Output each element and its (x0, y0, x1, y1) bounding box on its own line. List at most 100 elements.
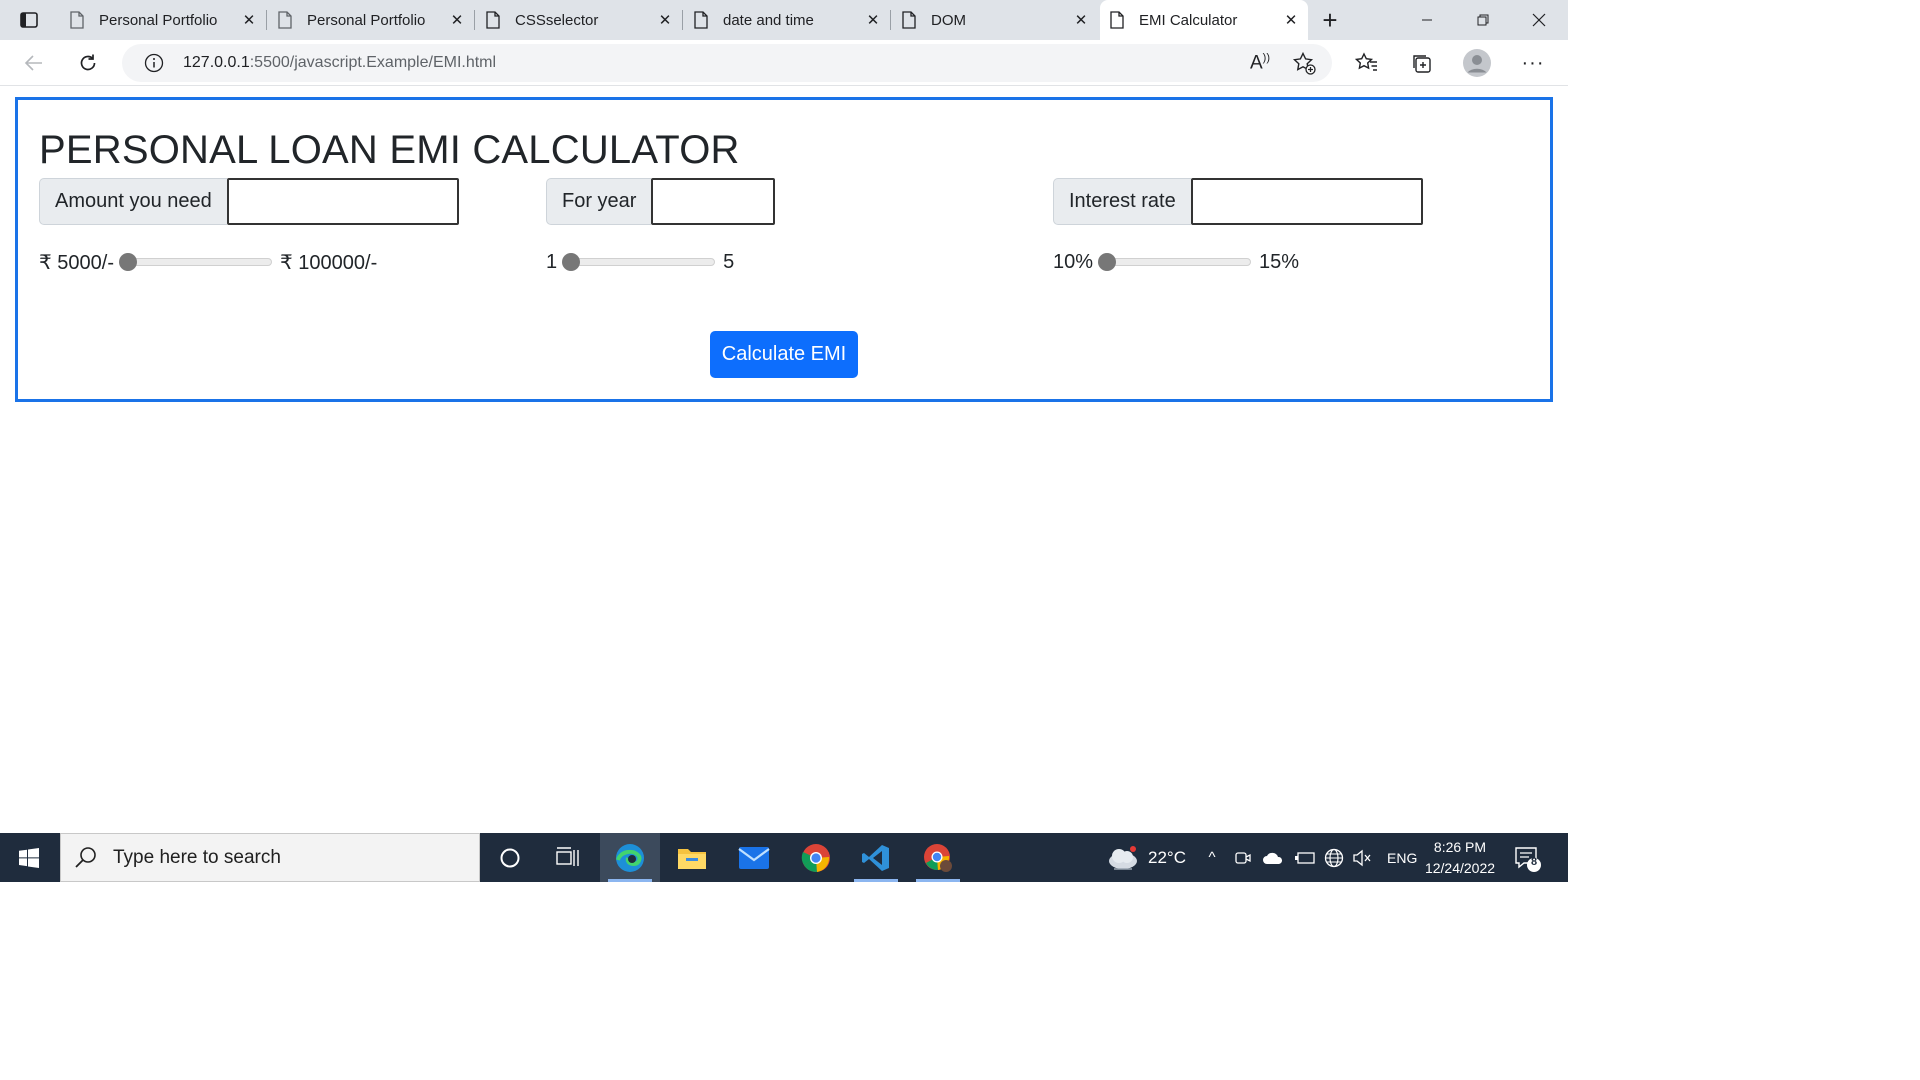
interest-min-label: 10% (1053, 250, 1094, 273)
url-text[interactable]: 127.0.0.1:5500/javascript.Example/EMI.ht… (183, 54, 496, 72)
task-view-icon (556, 846, 579, 866)
taskbar-chrome-profile[interactable] (908, 833, 968, 882)
tab-title: DOM (931, 11, 966, 29)
years-slider[interactable] (562, 253, 716, 271)
browser-tab[interactable]: CSSselector ✕ (476, 0, 683, 40)
taskbar-file-explorer[interactable] (662, 833, 722, 882)
volume-muted-icon[interactable] (1352, 849, 1372, 867)
document-icon (486, 11, 500, 29)
weather-widget[interactable]: 22°C (1106, 833, 1186, 882)
taskbar-search-box[interactable]: Type here to search (60, 833, 480, 882)
tab-close-icon[interactable]: ✕ (238, 9, 260, 31)
profile-button[interactable] (1461, 47, 1493, 79)
browser-toolbar: 127.0.0.1:5500/javascript.Example/EMI.ht… (0, 40, 1568, 86)
site-info-icon[interactable] (144, 53, 164, 73)
emi-calculator-container: PERSONAL LOAN EMI CALCULATOR Amount you … (15, 97, 1553, 402)
cortana-button[interactable] (480, 833, 540, 882)
tab-close-icon[interactable]: ✕ (446, 9, 468, 31)
taskbar-vscode[interactable] (846, 833, 906, 882)
windows-taskbar: Type here to search 22°C ^ ENG 8:26 PM 1… (0, 833, 1568, 882)
restore-icon (1477, 14, 1489, 26)
weather-temperature: 22°C (1148, 847, 1186, 867)
onedrive-icon[interactable] (1262, 850, 1284, 866)
tab-title: Personal Portfolio (307, 11, 426, 29)
tab-actions-icon (20, 12, 38, 28)
document-icon (902, 11, 916, 29)
favorites-button[interactable] (1351, 47, 1383, 79)
clock-date: 12/24/2022 (1424, 860, 1496, 876)
browser-tab[interactable]: Personal Portfolio ✕ (268, 0, 475, 40)
chrome-icon (801, 843, 830, 872)
interest-slider[interactable] (1098, 253, 1252, 271)
amount-label: Amount you need (39, 178, 227, 225)
add-favorite-button[interactable] (1290, 51, 1318, 75)
tab-title: EMI Calculator (1139, 11, 1238, 29)
taskbar-chrome[interactable] (786, 833, 846, 882)
read-aloud-button[interactable]: A)) (1246, 51, 1274, 75)
meet-now-icon[interactable] (1234, 849, 1252, 867)
notification-count-badge: 8 (1530, 856, 1538, 868)
amount-input[interactable] (226, 178, 459, 225)
search-placeholder: Type here to search (113, 846, 281, 868)
calculate-emi-button[interactable]: Calculate EMI (710, 331, 858, 378)
url-path: :5500/javascript.Example/EMI.html (249, 54, 497, 71)
task-view-button[interactable] (538, 833, 598, 882)
years-range: 1 5 (546, 248, 734, 276)
restore-button[interactable] (1455, 0, 1511, 40)
tab-title: CSSselector (515, 11, 599, 29)
tab-close-icon[interactable]: ✕ (654, 9, 676, 31)
amount-min-label: ₹ 5000/- (39, 251, 114, 274)
address-bar[interactable]: 127.0.0.1:5500/javascript.Example/EMI.ht… (122, 44, 1332, 82)
amount-max-label: ₹ 100000/- (280, 251, 378, 274)
browser-tab[interactable]: DOM ✕ (892, 0, 1098, 40)
clock-time: 8:26 PM (1433, 839, 1487, 855)
back-button[interactable] (18, 47, 50, 79)
show-hidden-icons-chevron-icon[interactable]: ^ (1202, 849, 1222, 866)
interest-range: 10% 15% (1053, 248, 1299, 276)
taskbar-clock[interactable]: 8:26 PM 12/24/2022 (1414, 837, 1506, 879)
tab-title: Personal Portfolio (99, 11, 218, 29)
tab-close-icon[interactable]: ✕ (1070, 9, 1092, 31)
vscode-icon (862, 844, 889, 871)
notification-center-button[interactable]: 8 (1512, 843, 1542, 873)
amount-slider-thumb[interactable] (119, 253, 137, 271)
battery-icon[interactable] (1294, 850, 1316, 866)
more-icon: ··· (1521, 51, 1545, 74)
tab-close-icon[interactable]: ✕ (1280, 9, 1302, 31)
years-slider-thumb[interactable] (562, 253, 581, 271)
refresh-icon (80, 54, 96, 71)
taskbar-mail[interactable] (724, 833, 784, 882)
amount-input-group: Amount you need (39, 178, 459, 226)
browser-tab[interactable]: date and time ✕ (684, 0, 891, 40)
amount-slider[interactable] (119, 253, 272, 271)
plus-icon: + (1322, 4, 1338, 35)
tab-title: date and time (723, 11, 814, 29)
new-tab-button[interactable]: + (1314, 4, 1346, 36)
back-arrow-icon (24, 55, 42, 71)
tab-close-icon[interactable]: ✕ (862, 9, 884, 31)
taskbar-edge[interactable] (600, 833, 660, 882)
interest-input-group: Interest rate (1053, 178, 1423, 226)
settings-more-button[interactable]: ··· (1517, 47, 1549, 79)
amount-range: ₹ 5000/- ₹ 100000/- (39, 248, 377, 276)
tab-actions-menu-button[interactable] (10, 6, 48, 34)
interest-input[interactable] (1190, 178, 1423, 225)
refresh-button[interactable] (72, 47, 104, 79)
years-input[interactable] (651, 178, 776, 225)
input-language[interactable]: ENG (1387, 850, 1417, 866)
close-window-button[interactable] (1511, 0, 1567, 40)
edge-icon (616, 843, 644, 872)
document-icon (70, 11, 84, 29)
browser-tab-strip: Personal Portfolio ✕ Personal Portfolio … (0, 0, 1568, 40)
start-button[interactable] (0, 833, 58, 882)
mail-icon (738, 846, 770, 869)
minimize-button[interactable] (1399, 0, 1455, 40)
years-input-group: For year (546, 178, 776, 226)
collections-button[interactable] (1405, 47, 1437, 79)
network-globe-icon[interactable] (1324, 848, 1344, 868)
search-icon (75, 846, 96, 868)
browser-tab-active[interactable]: EMI Calculator ✕ (1100, 0, 1308, 40)
browser-tab[interactable]: Personal Portfolio ✕ (60, 0, 267, 40)
interest-slider-thumb[interactable] (1098, 253, 1117, 271)
years-label: For year (546, 178, 652, 225)
